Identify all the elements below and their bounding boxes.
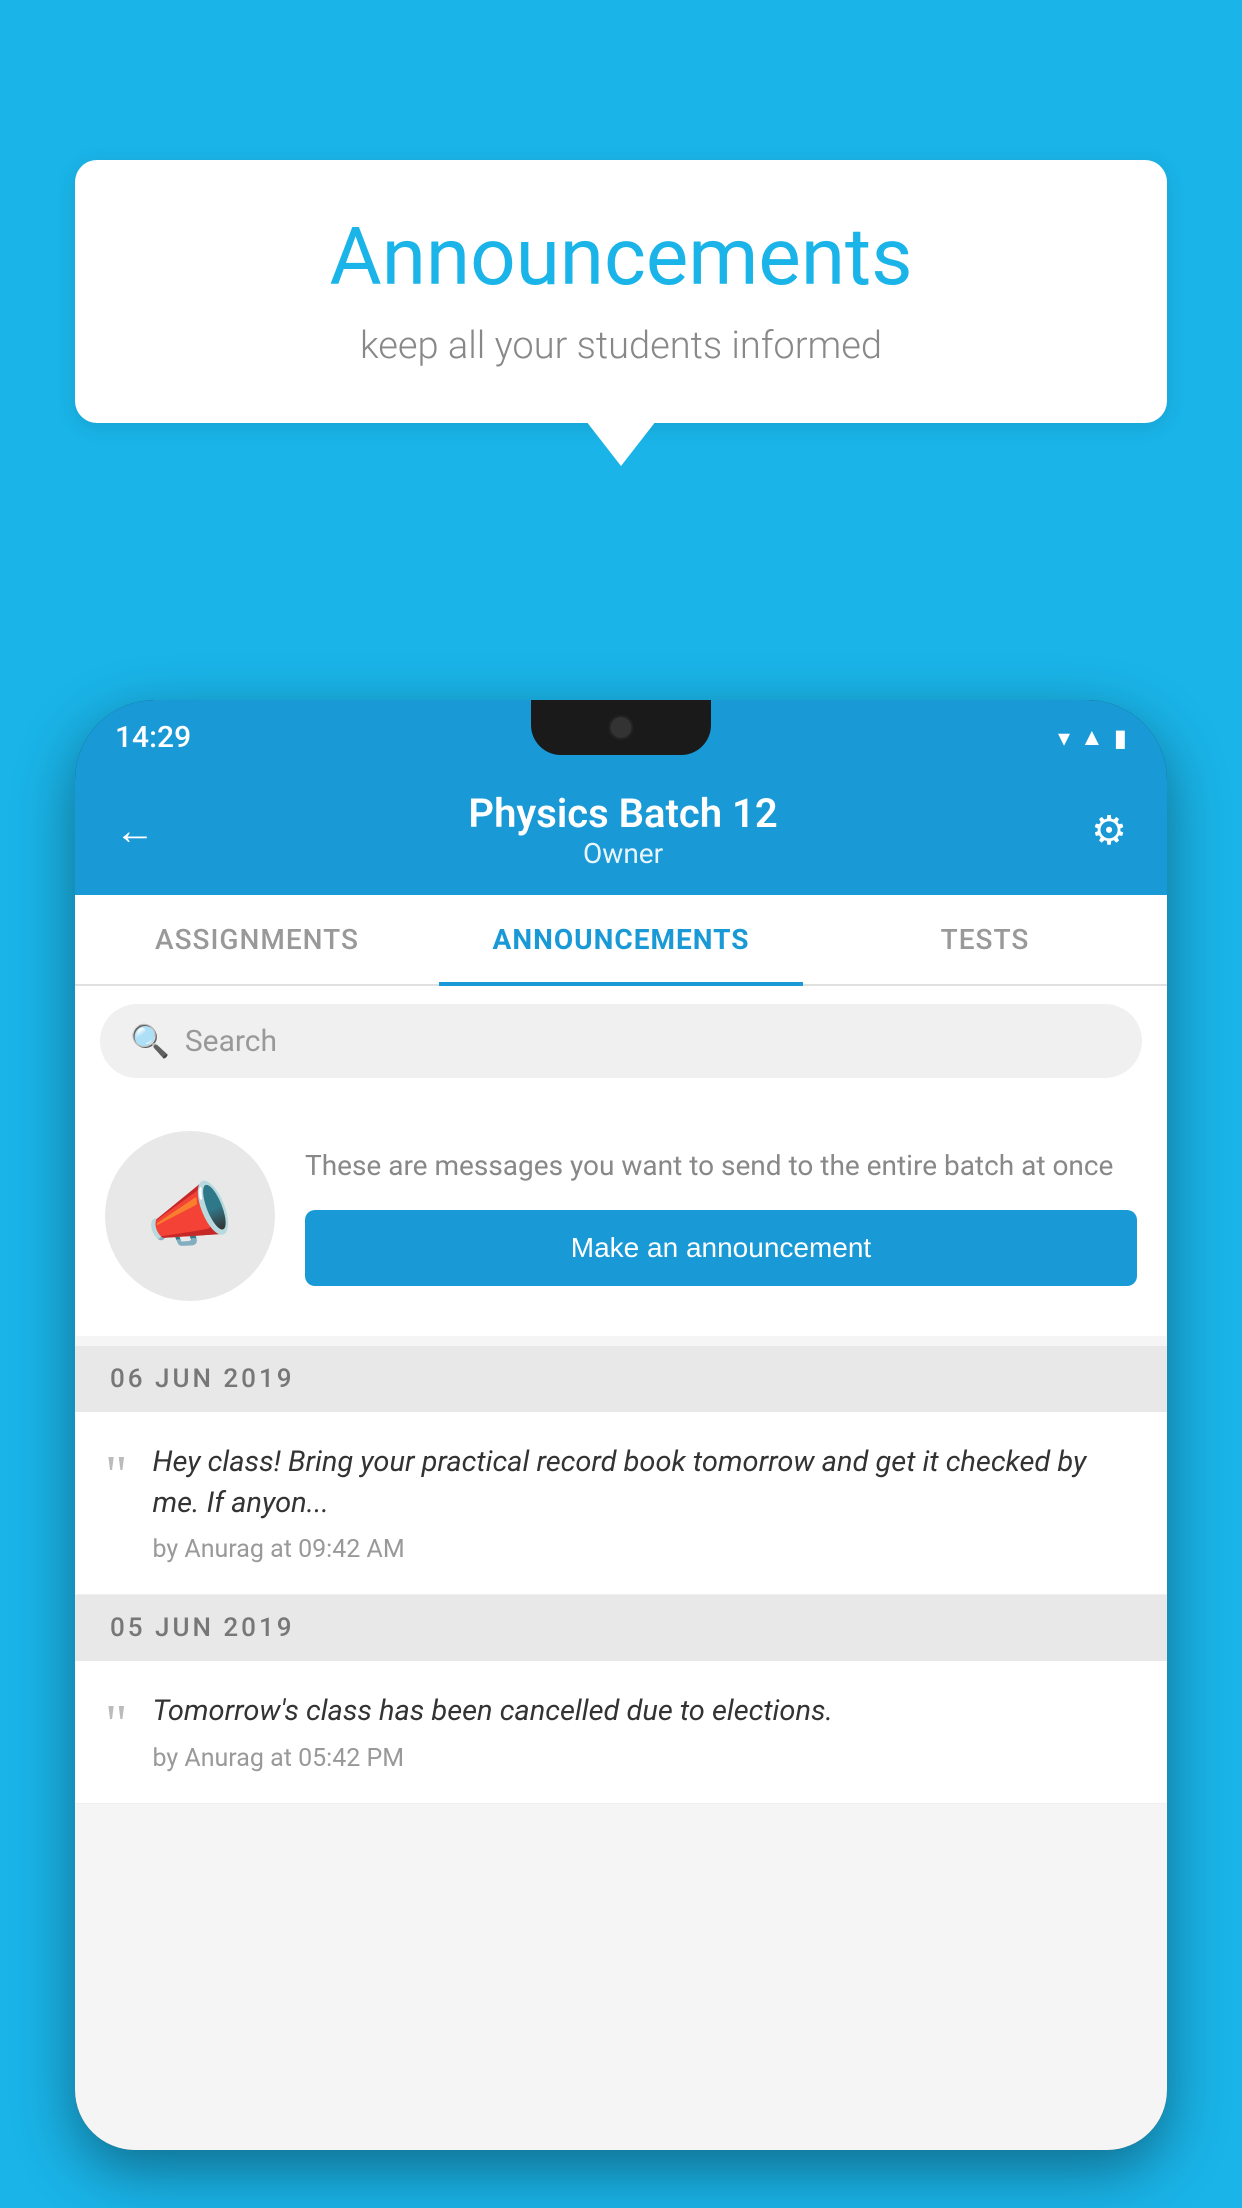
search-container: 🔍 Search [75,986,1167,1096]
battery-icon: ▮ [1114,724,1127,752]
announcement-message-2: Tomorrow's class has been cancelled due … [152,1691,1137,1732]
megaphone-circle: 📣 [105,1131,275,1301]
date-separator-2: 05 JUN 2019 [75,1595,1167,1661]
status-icons: ▾ ▲ ▮ [1058,723,1127,752]
header-center: Physics Batch 12 Owner [468,790,777,870]
phone-notch [531,700,711,755]
announcement-text-1: Hey class! Bring your practical record b… [152,1442,1137,1564]
announcement-text-2: Tomorrow's class has been cancelled due … [152,1691,1137,1773]
announcement-item-2: " Tomorrow's class has been cancelled du… [75,1661,1167,1804]
megaphone-icon: 📣 [146,1175,233,1257]
bubble-tail [586,421,656,466]
speech-bubble: Announcements keep all your students inf… [75,160,1167,423]
bubble-title: Announcements [135,210,1107,304]
batch-title: Physics Batch 12 [468,790,777,837]
phone-content: 🔍 Search 📣 These are messages you want t… [75,986,1167,2150]
promo-section: 📣 These are messages you want to send to… [75,1096,1167,1336]
tab-assignments[interactable]: ASSIGNMENTS [75,895,439,984]
phone-frame: 14:29 ▾ ▲ ▮ ← Physics Batch 12 Owner ⚙ A… [75,700,1167,2150]
make-announcement-button[interactable]: Make an announcement [305,1210,1137,1286]
wifi-icon: ▾ [1058,724,1070,752]
announcement-message-1: Hey class! Bring your practical record b… [152,1442,1137,1523]
front-camera [609,715,634,740]
phone-container: 14:29 ▾ ▲ ▮ ← Physics Batch 12 Owner ⚙ A… [75,700,1167,2208]
quote-icon-2: " [105,1696,127,1751]
announcement-meta-2: by Anurag at 05:42 PM [152,1744,1137,1773]
bubble-subtitle: keep all your students informed [135,324,1107,368]
quote-icon-1: " [105,1447,127,1502]
app-header: ← Physics Batch 12 Owner ⚙ [75,770,1167,895]
promo-description: These are messages you want to send to t… [305,1146,1137,1185]
back-button[interactable]: ← [115,807,155,854]
search-icon: 🔍 [130,1022,170,1060]
announcement-meta-1: by Anurag at 09:42 AM [152,1535,1137,1564]
settings-icon[interactable]: ⚙ [1091,807,1127,854]
date-separator-1: 06 JUN 2019 [75,1346,1167,1412]
tab-tests[interactable]: TESTS [803,895,1167,984]
batch-role: Owner [468,837,777,870]
search-placeholder: Search [185,1024,277,1059]
announcement-item-1: " Hey class! Bring your practical record… [75,1412,1167,1595]
search-bar[interactable]: 🔍 Search [100,1004,1142,1078]
tab-bar: ASSIGNMENTS ANNOUNCEMENTS TESTS [75,895,1167,986]
signal-icon: ▲ [1080,723,1104,752]
speech-bubble-section: Announcements keep all your students inf… [75,160,1167,466]
promo-content: These are messages you want to send to t… [305,1146,1137,1286]
tab-announcements[interactable]: ANNOUNCEMENTS [439,895,803,984]
status-time: 14:29 [115,720,191,755]
